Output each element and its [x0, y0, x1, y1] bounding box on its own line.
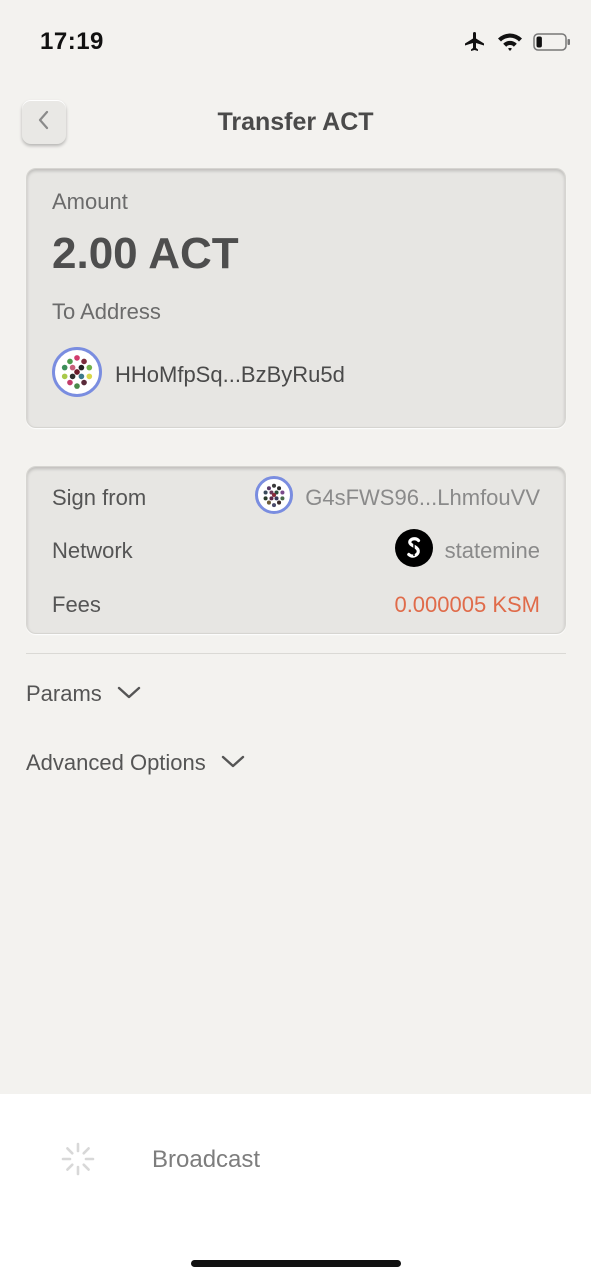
- details-card: Sign from G4sFWS96...LhmfouVV Network st…: [26, 466, 566, 634]
- header: Transfer ACT: [0, 96, 591, 152]
- sign-from-value-group: G4sFWS96...LhmfouVV: [255, 476, 540, 520]
- divider: [26, 653, 566, 654]
- broadcast-bar: [0, 1094, 591, 1280]
- page-title: Transfer ACT: [217, 108, 374, 136]
- advanced-options-expander[interactable]: Advanced Options: [26, 750, 246, 776]
- to-address-row[interactable]: HHoMfpSq...BzByRu5d: [52, 347, 345, 402]
- to-address-value: HHoMfpSq...BzByRu5d: [115, 361, 345, 387]
- status-time: 17:19: [40, 28, 104, 55]
- statemine-logo-icon: [394, 529, 433, 573]
- battery-icon: [533, 32, 571, 57]
- status-bar: 17:19: [0, 0, 591, 88]
- loading-spinner-icon: [60, 1141, 96, 1177]
- amount-label: Amount: [52, 189, 128, 214]
- params-expander[interactable]: Params: [26, 681, 142, 707]
- sign-from-label: Sign from: [52, 485, 147, 510]
- chevron-down-icon: [116, 681, 142, 707]
- network-row: Network statemine: [52, 529, 540, 573]
- advanced-options-label: Advanced Options: [26, 750, 206, 775]
- amount-value: 2.00 ACT: [52, 229, 239, 278]
- fees-row: Fees 0.000005 KSM: [52, 585, 540, 625]
- identicon-avatar: [255, 476, 294, 520]
- network-label: Network: [52, 538, 133, 563]
- status-icons: [463, 30, 571, 58]
- broadcast-button[interactable]: Broadcast: [152, 1146, 260, 1174]
- sign-from-row[interactable]: Sign from G4sFWS96...LhmfouVV: [52, 476, 540, 520]
- home-indicator: [191, 1260, 401, 1267]
- sign-from-value: G4sFWS96...LhmfouVV: [305, 485, 540, 510]
- airplane-icon: [463, 30, 487, 59]
- fees-label: Fees: [52, 592, 101, 617]
- network-value-group: statemine: [394, 529, 540, 573]
- identicon-avatar: [52, 347, 102, 402]
- to-address-label: To Address: [52, 299, 161, 324]
- chevron-down-icon: [220, 750, 246, 776]
- amount-card: Amount 2.00 ACT To Address HHoMfpSq...Bz…: [26, 168, 566, 428]
- params-label: Params: [26, 681, 102, 706]
- fees-value: 0.000005 KSM: [394, 592, 540, 617]
- wifi-icon: [497, 31, 523, 58]
- network-value: statemine: [444, 538, 540, 563]
